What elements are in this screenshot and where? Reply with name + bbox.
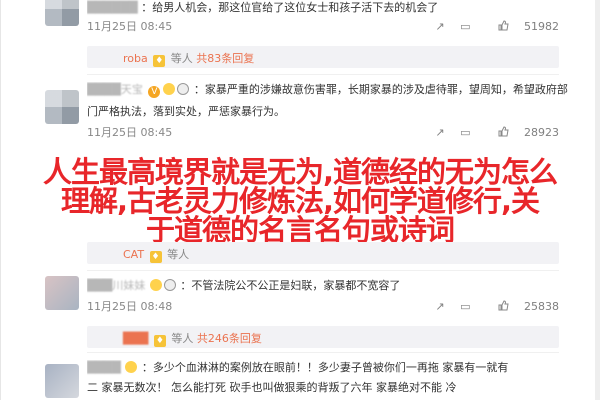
sub-reply-text: 等人 — [170, 52, 193, 65]
scrollbar[interactable] — [595, 0, 600, 400]
emoji-icon — [163, 83, 176, 95]
share-icon[interactable]: ↗ — [435, 126, 444, 139]
avatar[interactable] — [45, 90, 79, 124]
comment-icon[interactable]: ▭ — [460, 20, 470, 33]
share-icon[interactable]: ↗ — [435, 20, 444, 33]
vip-icon: ♦ — [153, 335, 166, 347]
panda-emoji-icon — [177, 83, 190, 95]
thumbs-up-icon — [498, 300, 509, 311]
comment-text-continued: 二 家暴无数次！ 怎么能打死 砍手也叫做狠乘的背叛了六年 家暴绝对不能 冷 — [87, 381, 457, 394]
sub-reply-bar[interactable]: CAT ♦ 等人 — [87, 242, 559, 264]
sub-reply-bar[interactable]: ███ ♦ 等人 共246条回复 — [87, 326, 559, 348]
like-count: 25838 — [524, 300, 559, 313]
divider — [87, 270, 559, 271]
sub-reply-count[interactable]: 共246条回复 — [197, 332, 262, 345]
comment-text: ：不管法院公不公正是妇联，家暴都不宽容了 — [180, 279, 401, 292]
timestamp: 11月25日 08:45 — [87, 20, 173, 33]
sub-reply-count[interactable]: 共83条回复 — [196, 52, 254, 65]
like-button[interactable]: 51982 — [486, 20, 559, 33]
comment-item: ████ ：多少个血淋淋的案例放在眼前！！多少妻子曾被你们一再拖 家暴有一就有 … — [1, 358, 599, 400]
divider — [87, 352, 559, 353]
username[interactable]: ████天宝 — [87, 83, 143, 96]
article-headline: 人生最高境界就是无为,道德经的无为怎么 理解,古老灵力修炼法,如何学道修行,关 … — [1, 158, 599, 245]
comment-text-continued: 门严格执法，落到实处，严惩家暴行为。 — [87, 105, 285, 118]
username[interactable]: ████ — [87, 361, 121, 374]
like-count: 51982 — [524, 20, 559, 33]
avatar[interactable] — [45, 364, 79, 398]
headline-line-1: 人生最高境界就是无为,道德经的无为怎么 — [42, 155, 558, 189]
thumbs-up-icon — [498, 126, 509, 137]
sub-reply-text: 等人 — [167, 248, 190, 261]
vip-icon: ♦ — [153, 55, 166, 67]
like-button[interactable]: 28923 — [486, 126, 559, 139]
comment-item: ███川妹妹 ：不管法院公不公正是妇联，家暴都不宽容了 11月25日 08:48… — [1, 276, 599, 316]
vip-icon: ♦ — [149, 251, 162, 263]
comment-text: ：多少个血淋淋的案例放在眼前！！多少妻子曾被你们一再拖 家暴有一就有 — [141, 361, 509, 374]
username[interactable]: ███川妹妹 — [87, 279, 145, 292]
timestamp: 11月25日 08:48 — [87, 300, 173, 313]
comment-icon[interactable]: ▭ — [460, 300, 470, 313]
comment-text: ：家暴严重的涉嫌故意伤害罪，长期家暴的涉及虐待罪，望周知，希望政府部 — [193, 83, 568, 96]
sub-reply-user[interactable]: ███ — [123, 332, 148, 345]
sub-reply-text: 等人 — [171, 332, 194, 345]
share-icon[interactable]: ↗ — [435, 300, 444, 313]
verified-icon: V — [148, 86, 161, 98]
sub-reply-bar[interactable]: roba ♦ 等人 共83条回复 — [87, 46, 559, 68]
headline-line-3: 于道德的名言名句或诗词 — [145, 213, 455, 247]
headline-line-2: 理解,古老灵力修炼法,如何学道修行,关 — [60, 184, 540, 218]
comment-feed: ██████ ：给男人机会，那这位官给了这位女士和孩子活下去的机会了 11月25… — [0, 0, 600, 400]
divider — [87, 74, 559, 75]
comment-item: ████天宝 V ：家暴严重的涉嫌故意伤害罪，长期家暴的涉及虐待罪，望周知，希望… — [1, 80, 599, 150]
avatar[interactable] — [45, 276, 79, 310]
comment-item: ██████ ：给男人机会，那这位官给了这位女士和孩子活下去的机会了 11月25… — [1, 0, 599, 40]
sub-reply-user[interactable]: CAT — [123, 248, 144, 261]
username[interactable]: ██████ — [87, 1, 138, 14]
like-button[interactable]: 25838 — [486, 300, 559, 313]
timestamp: 11月25日 08:45 — [87, 126, 173, 139]
thumbs-up-icon — [498, 20, 509, 31]
avatar[interactable] — [45, 0, 79, 26]
comment-icon[interactable]: ▭ — [460, 126, 470, 139]
sub-reply-user[interactable]: roba — [123, 52, 148, 65]
comment-text: ：给男人机会，那这位官给了这位女士和孩子活下去的机会了 — [141, 1, 439, 14]
emoji-icon — [149, 279, 162, 291]
like-count: 28923 — [524, 126, 559, 139]
panda-emoji-icon — [163, 279, 176, 291]
emoji-icon — [125, 361, 138, 373]
